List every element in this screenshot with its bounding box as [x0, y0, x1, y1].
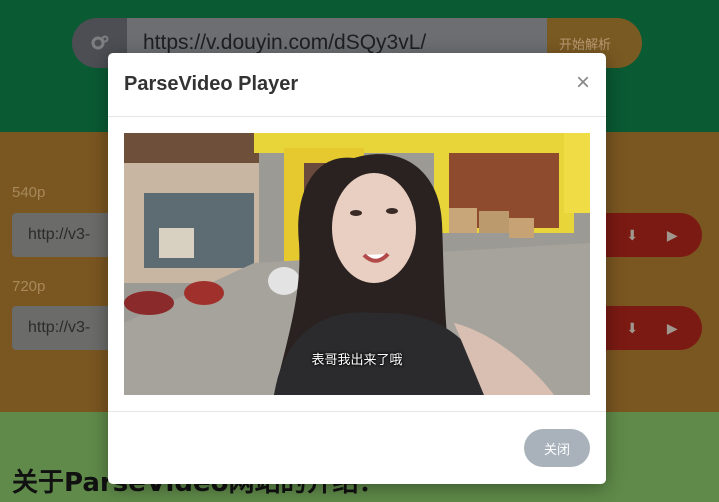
video-subtitle: 表哥我出来了哦 [311, 353, 403, 368]
modal-footer: 关闭 [108, 411, 606, 484]
result-actions: ⬇ ▶ [602, 213, 702, 257]
video-player-modal: ParseVideo Player × 表哥我出来了哦 关闭 [108, 53, 606, 484]
gear-icon [91, 35, 108, 50]
close-icon[interactable]: × [576, 71, 590, 95]
modal-title: ParseVideo Player [124, 73, 299, 95]
quality-label-540p: 540p [12, 184, 46, 201]
download-icon[interactable]: ⬇ [626, 227, 638, 244]
play-icon[interactable]: ▶ [667, 320, 678, 337]
download-icon[interactable]: ⬇ [626, 320, 638, 337]
video-player[interactable]: 表哥我出来了哦 [124, 133, 590, 395]
play-icon[interactable]: ▶ [667, 227, 678, 244]
modal-header: ParseVideo Player × [108, 53, 606, 117]
result-url-field[interactable] [12, 306, 122, 350]
close-button[interactable]: 关闭 [524, 429, 590, 467]
result-actions: ⬇ ▶ [602, 306, 702, 350]
result-url-field[interactable] [12, 213, 122, 257]
quality-label-720p: 720p [12, 278, 46, 295]
